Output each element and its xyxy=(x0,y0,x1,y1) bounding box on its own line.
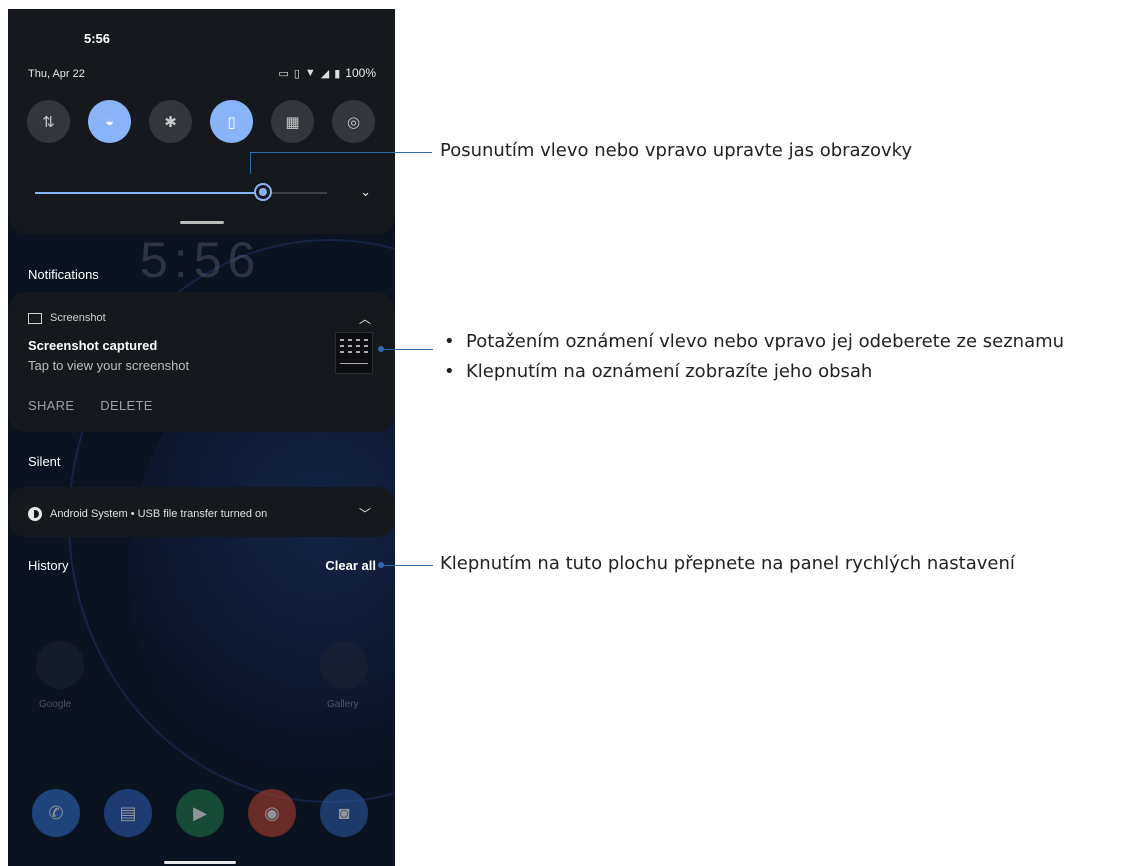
clear-all-button[interactable]: Clear all xyxy=(325,558,376,573)
qr-scan-tile[interactable]: ▦ xyxy=(271,100,314,143)
notification-callout-list: • Potažením oznámení vlevo nebo vpravo je… xyxy=(444,327,1064,387)
screenshot-title: Screenshot captured xyxy=(28,338,158,353)
camera-app-icon: ◙ xyxy=(320,789,368,837)
vibrate-status-icon: ▯ xyxy=(293,67,300,80)
signal-icon: ◢ xyxy=(320,67,330,80)
bluetooth-icon: ✱ xyxy=(164,113,177,131)
play-store-icon: ▶ xyxy=(176,789,224,837)
expand-chevron-down-icon[interactable]: ⌄ xyxy=(360,184,371,200)
brightness-callout-connector xyxy=(250,152,251,174)
nfc-icon: ▭ xyxy=(278,67,289,80)
history-button[interactable]: History xyxy=(28,558,68,573)
quick-tiles: ⇅ ◒ ✱ ▯ ▦ ◎ xyxy=(27,100,375,143)
notification-callout-line xyxy=(381,349,433,350)
data-arrows-icon: ⇅ xyxy=(42,113,55,131)
screenshot-thumbnail[interactable] xyxy=(335,332,373,374)
notification-callout-item: • Potažením oznámení vlevo nebo vpravo je… xyxy=(444,331,1065,352)
vibrate-icon: ▯ xyxy=(227,113,236,131)
status-icons: ▭ ▯ ▼ ◢ ▮ 100% xyxy=(278,66,376,80)
hotspot-tile[interactable]: ◎ xyxy=(332,100,375,143)
hotspot-icon: ◎ xyxy=(346,113,361,131)
vibrate-tile[interactable]: ▯ xyxy=(210,100,253,143)
wifi-tile[interactable]: ◒ xyxy=(88,100,131,143)
clear-all-callout-line xyxy=(381,565,433,566)
google-label: Google xyxy=(39,699,72,710)
messages-app-icon: ▤ xyxy=(104,789,152,837)
delete-button[interactable]: DELETE xyxy=(100,398,152,413)
gesture-nav-bar[interactable] xyxy=(164,861,236,864)
share-button[interactable]: SHARE xyxy=(28,398,74,413)
clear-all-callout: Klepnutím na tuto plochu přepnete na pan… xyxy=(440,553,1015,574)
bluetooth-tile[interactable]: ✱ xyxy=(149,100,192,143)
image-icon xyxy=(28,312,42,324)
brightness-callout: Posunutím vlevo nebo vpravo upravte jas … xyxy=(440,140,913,161)
battery-percent: 100% xyxy=(345,66,376,80)
battery-icon: ▮ xyxy=(334,67,341,80)
gallery-label: Gallery xyxy=(327,699,359,710)
collapse-chevron-up-icon[interactable]: ︿ xyxy=(359,310,371,327)
chrome-icon: ◉ xyxy=(248,789,296,837)
expand-chevron-down-icon[interactable]: ﹀ xyxy=(359,505,371,522)
usb-notification-text: Android System • USB file transfer turne… xyxy=(50,508,268,520)
wifi-off-icon: ◒ xyxy=(104,113,115,130)
android-system-icon xyxy=(28,507,42,521)
notifications-header: Notifications xyxy=(28,267,99,282)
wifi-status-icon: ▼ xyxy=(304,67,316,79)
lockscreen-clock: 5:56 xyxy=(140,232,262,288)
phone-app-icon: ✆ xyxy=(32,789,80,837)
notification-callout-item: • Klepnutím na oznámení zobrazíte jeho ob… xyxy=(444,361,873,382)
google-folder-icon xyxy=(36,641,84,689)
screenshot-actions: SHARE DELETE xyxy=(28,398,153,413)
qr-code-icon: ▦ xyxy=(285,113,300,131)
screenshot-notification[interactable]: Screenshot ︿ Screenshot captured Tap to … xyxy=(8,292,395,432)
brightness-fill xyxy=(35,192,263,194)
usb-notification[interactable]: Android System • USB file transfer turne… xyxy=(8,487,395,537)
usb-notification-row: Android System • USB file transfer turne… xyxy=(28,507,267,521)
gallery-app-icon xyxy=(320,641,368,689)
status-time: 5:56 xyxy=(84,31,111,46)
brightness-callout-line xyxy=(250,152,432,153)
brightness-slider[interactable] xyxy=(35,192,327,194)
quick-settings-panel: 5:56 Thu, Apr 22 ▭ ▯ ▼ ◢ ▮ 100% ⇅ ◒ ✱ ▯ ▦ ◎ ⌄ xyxy=(8,9,395,234)
drag-handle[interactable] xyxy=(180,221,224,224)
screenshot-app-row: Screenshot xyxy=(28,312,106,324)
mobile-data-tile[interactable]: ⇅ xyxy=(27,100,70,143)
silent-header: Silent xyxy=(28,454,61,469)
brightness-thumb-icon[interactable] xyxy=(253,183,272,201)
status-date: Thu, Apr 22 xyxy=(28,68,85,80)
phone-screen: 5:56 5:56 Thu, Apr 22 ▭ ▯ ▼ ◢ ▮ 100% ⇅ ◒ ✱… xyxy=(8,9,395,866)
screenshot-text: Tap to view your screenshot xyxy=(28,358,190,373)
screenshot-app-name: Screenshot xyxy=(50,312,106,324)
